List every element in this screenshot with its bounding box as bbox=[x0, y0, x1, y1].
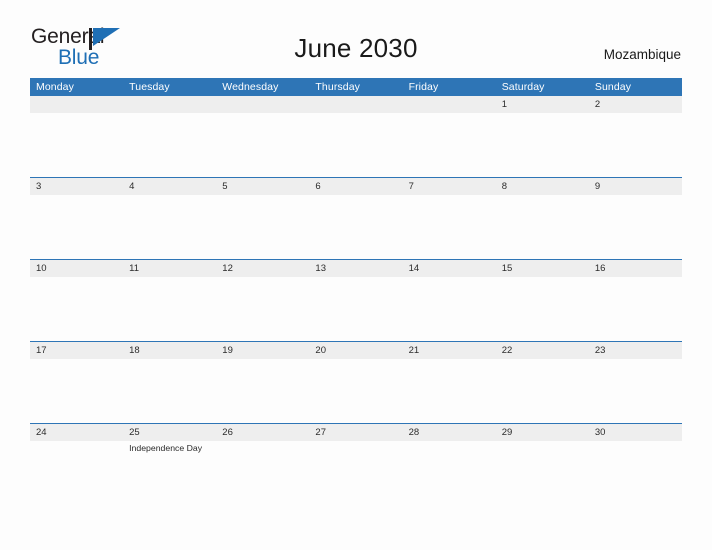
calendar-week-row: 12 bbox=[30, 96, 682, 177]
day-empty-cell bbox=[30, 96, 123, 113]
day-number-cell[interactable]: 13 bbox=[309, 260, 402, 277]
day-number-cell[interactable]: 24 bbox=[30, 424, 123, 441]
day-number-cell[interactable]: 15 bbox=[496, 260, 589, 277]
calendar-page: General Blue June 2030 Mozambique Monday… bbox=[0, 0, 712, 550]
calendar-week-row: 24 25 26 27 28 29 30 Independence Day bbox=[30, 423, 682, 505]
weekday-header-friday: Friday bbox=[408, 81, 439, 93]
day-number-cell[interactable]: 22 bbox=[496, 342, 589, 359]
week-event-band bbox=[30, 359, 682, 423]
day-event-cell bbox=[30, 195, 123, 259]
day-number-cell[interactable]: 26 bbox=[216, 424, 309, 441]
day-number-cell[interactable]: 12 bbox=[216, 260, 309, 277]
day-number-cell[interactable]: 29 bbox=[496, 424, 589, 441]
weekday-header-thursday: Thursday bbox=[315, 81, 360, 93]
day-number-cell[interactable]: 27 bbox=[309, 424, 402, 441]
week-event-band: Independence Day bbox=[30, 441, 682, 505]
day-event-cell bbox=[216, 195, 309, 259]
day-empty-cell bbox=[123, 96, 216, 113]
day-event-cell bbox=[589, 359, 682, 423]
day-event-cell bbox=[496, 441, 589, 505]
day-event-cell bbox=[30, 113, 123, 177]
day-number-cell[interactable]: 28 bbox=[403, 424, 496, 441]
day-event-cell[interactable]: Independence Day bbox=[123, 441, 216, 505]
day-event-cell bbox=[589, 441, 682, 505]
day-number-cell[interactable]: 2 bbox=[589, 96, 682, 113]
calendar-weeks: 1 2 3 4 5 6 7 8 9 10 11 12 13 14 15 16 17 18 19 20 21 22 23 24 2… bbox=[30, 96, 682, 505]
day-event-cell bbox=[403, 277, 496, 341]
day-event-cell bbox=[403, 195, 496, 259]
day-event-cell bbox=[216, 277, 309, 341]
day-event-cell bbox=[123, 195, 216, 259]
day-number-cell[interactable]: 4 bbox=[123, 178, 216, 195]
day-event-cell bbox=[496, 359, 589, 423]
calendar-grid: Monday Tuesday Wednesday Thursday Friday Satu… bbox=[30, 78, 682, 505]
day-number-cell[interactable]: 7 bbox=[403, 178, 496, 195]
day-number-cell[interactable]: 30 bbox=[589, 424, 682, 441]
day-number-cell[interactable]: 11 bbox=[123, 260, 216, 277]
day-event-cell bbox=[496, 195, 589, 259]
day-event-cell bbox=[309, 277, 402, 341]
day-number-cell[interactable]: 16 bbox=[589, 260, 682, 277]
day-number-cell[interactable]: 25 bbox=[123, 424, 216, 441]
day-event-cell bbox=[123, 113, 216, 177]
day-event-cell bbox=[403, 113, 496, 177]
weekday-header-saturday: Saturday bbox=[501, 81, 545, 93]
calendar-week-row: 17 18 19 20 21 22 23 bbox=[30, 341, 682, 423]
day-number-cell[interactable]: 23 bbox=[589, 342, 682, 359]
day-empty-cell bbox=[403, 96, 496, 113]
day-event-cell bbox=[496, 113, 589, 177]
day-empty-cell bbox=[216, 96, 309, 113]
day-event-cell bbox=[309, 359, 402, 423]
day-number-cell[interactable]: 18 bbox=[123, 342, 216, 359]
day-event-cell bbox=[216, 359, 309, 423]
week-event-band bbox=[30, 195, 682, 259]
weekday-header-monday: Monday bbox=[36, 81, 74, 93]
week-event-band bbox=[30, 113, 682, 177]
day-event-cell bbox=[30, 277, 123, 341]
day-number-cell[interactable]: 14 bbox=[403, 260, 496, 277]
day-event-cell bbox=[589, 277, 682, 341]
day-event-cell bbox=[403, 441, 496, 505]
day-event-cell bbox=[123, 359, 216, 423]
day-event-cell bbox=[30, 359, 123, 423]
holiday-label: Independence Day bbox=[129, 443, 203, 453]
day-number-cell[interactable]: 19 bbox=[216, 342, 309, 359]
calendar-week-row: 10 11 12 13 14 15 16 bbox=[30, 259, 682, 341]
week-event-band bbox=[30, 277, 682, 341]
weekday-header-row: Monday Tuesday Wednesday Thursday Friday Satu… bbox=[30, 78, 682, 96]
day-number-cell[interactable]: 3 bbox=[30, 178, 123, 195]
country-label: Mozambique bbox=[603, 47, 681, 62]
week-date-band: 10 11 12 13 14 15 16 bbox=[30, 260, 682, 277]
week-date-band: 17 18 19 20 21 22 23 bbox=[30, 342, 682, 359]
weekday-header-wednesday: Wednesday bbox=[222, 81, 279, 93]
day-number-cell[interactable]: 9 bbox=[589, 178, 682, 195]
day-number-cell[interactable]: 21 bbox=[403, 342, 496, 359]
day-number-cell[interactable]: 10 bbox=[30, 260, 123, 277]
page-header: General Blue June 2030 Mozambique bbox=[0, 0, 712, 68]
day-event-cell bbox=[496, 277, 589, 341]
week-date-band: 12 bbox=[30, 96, 682, 113]
calendar-week-row: 3456789 bbox=[30, 177, 682, 259]
weekday-header-sunday: Sunday bbox=[594, 81, 632, 93]
day-event-cell bbox=[123, 277, 216, 341]
day-event-cell bbox=[216, 113, 309, 177]
day-number-cell[interactable]: 6 bbox=[309, 178, 402, 195]
day-event-cell bbox=[589, 113, 682, 177]
day-number-cell[interactable]: 1 bbox=[496, 96, 589, 113]
day-number-cell[interactable]: 20 bbox=[309, 342, 402, 359]
day-event-cell bbox=[309, 113, 402, 177]
day-event-cell bbox=[30, 441, 123, 505]
day-number-cell[interactable]: 17 bbox=[30, 342, 123, 359]
week-date-band: 24 25 26 27 28 29 30 bbox=[30, 424, 682, 441]
week-date-band: 3456789 bbox=[30, 178, 682, 195]
day-empty-cell bbox=[309, 96, 402, 113]
weekday-header-tuesday: Tuesday bbox=[129, 81, 170, 93]
day-event-cell bbox=[216, 441, 309, 505]
day-event-cell bbox=[589, 195, 682, 259]
day-number-cell[interactable]: 8 bbox=[496, 178, 589, 195]
day-event-cell bbox=[309, 195, 402, 259]
day-number-cell[interactable]: 5 bbox=[216, 178, 309, 195]
day-event-cell bbox=[403, 359, 496, 423]
day-event-cell bbox=[309, 441, 402, 505]
